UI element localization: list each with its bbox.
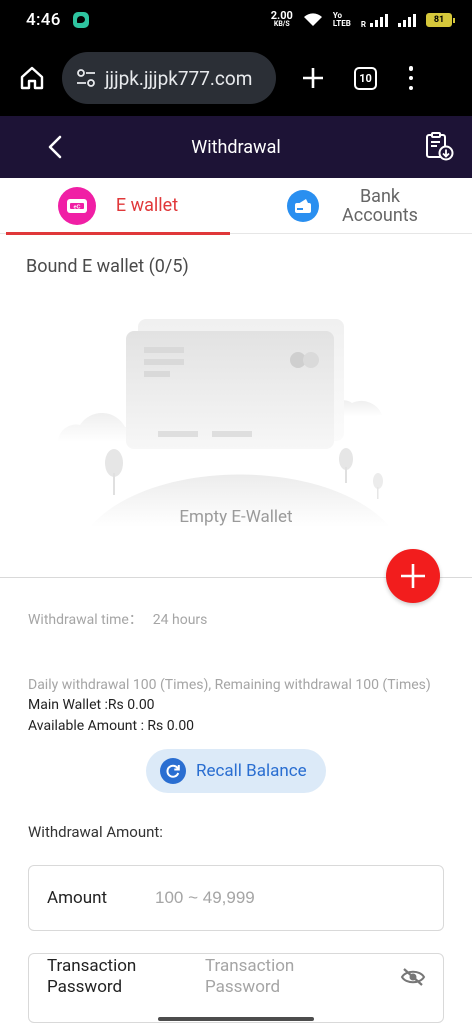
signal-icon-2	[398, 13, 416, 27]
empty-wallet-state: Empty E-Wallet	[0, 277, 472, 577]
main-wallet-balance: Main Wallet :Rs 0.00	[28, 697, 155, 713]
clipboard-download-icon	[426, 132, 454, 161]
browser-toolbar: jjjpk.jjjpk777.com 10	[0, 40, 472, 116]
home-button[interactable]	[18, 64, 46, 92]
home-icon	[20, 66, 44, 90]
withdrawal-info: Withdrawal time： 24 hours Daily withdrawa…	[0, 609, 472, 737]
page-title: Withdrawal	[191, 136, 281, 158]
transaction-password-field: Transaction Password Transaction Passwor…	[28, 953, 444, 1023]
transaction-password-label: Transaction Password	[47, 956, 137, 997]
volte-icon: Yo LTEB	[332, 11, 351, 28]
url-text: jjjpk.jjjpk777.com	[105, 66, 253, 90]
amount-field: Amount	[28, 865, 444, 931]
status-icons: 2.00 KB/S Yo LTEB R 81	[270, 9, 455, 29]
add-e-wallet-button[interactable]	[386, 549, 440, 603]
site-settings-icon[interactable]	[76, 69, 96, 87]
daily-withdrawal-note: Daily withdrawal 100 (Times), Remaining …	[28, 677, 431, 693]
refresh-icon	[160, 758, 186, 784]
browser-menu-button[interactable]	[407, 66, 415, 90]
amount-input[interactable]	[155, 888, 443, 908]
address-bar[interactable]: jjjpk.jjjpk777.com	[62, 52, 276, 104]
tab-e-wallet-label: E wallet	[115, 195, 179, 216]
withdrawal-amount-label: Withdrawal Amount:	[28, 823, 163, 841]
tab-e-wallet[interactable]: eC E wallet	[0, 178, 236, 233]
amount-label: Amount	[47, 887, 108, 908]
divider-row	[0, 549, 472, 603]
recall-balance-label: Recall Balance	[196, 761, 307, 781]
svg-text:eC: eC	[73, 204, 80, 210]
active-tab-indicator	[6, 232, 230, 235]
withdrawal-time: Withdrawal time： 24 hours	[28, 612, 208, 628]
wallet-type-tabs: eC E wallet Bank Accounts	[0, 178, 472, 235]
bound-wallet-title: Bound E wallet (0/5)	[26, 256, 189, 277]
chevron-left-icon	[48, 135, 62, 159]
bank-card-icon	[287, 189, 319, 222]
gesture-nav-bar[interactable]	[158, 1017, 314, 1021]
recall-wrap: Recall Balance	[0, 749, 472, 793]
empty-wallet-label: Empty E-Wallet	[179, 507, 293, 527]
new-tab-button[interactable]	[298, 63, 328, 93]
app-header: Withdrawal	[0, 116, 472, 178]
toggle-password-visibility[interactable]	[399, 966, 427, 988]
tab-switcher-button[interactable]: 10	[354, 66, 377, 90]
back-button[interactable]	[40, 132, 70, 162]
network-speed: 2.00 KB/S	[270, 9, 293, 28]
status-time: 4:46	[26, 10, 61, 30]
withdrawal-history-button[interactable]	[422, 129, 456, 163]
signal-icon-1	[370, 13, 388, 27]
chat-app-icon	[72, 12, 89, 28]
roaming-indicator: R	[360, 20, 366, 29]
transaction-password-input[interactable]: Transaction Password	[205, 956, 355, 998]
battery-icon: 81	[426, 13, 455, 27]
status-bar: 4:46 2.00 KB/S Yo LTEB R 81	[0, 0, 472, 40]
tab-bank-accounts-label: Bank Accounts	[342, 185, 418, 226]
tab-bank-accounts[interactable]: Bank Accounts	[236, 178, 472, 233]
plus-icon	[303, 68, 323, 88]
plus-icon	[401, 564, 425, 588]
recall-balance-button[interactable]: Recall Balance	[146, 749, 326, 793]
empty-wallet-illustration	[58, 319, 390, 527]
wifi-icon	[303, 13, 322, 26]
e-wallet-icon: eC	[57, 186, 96, 225]
eye-off-icon	[400, 968, 426, 986]
available-amount: Available Amount : Rs 0.00	[28, 718, 195, 734]
